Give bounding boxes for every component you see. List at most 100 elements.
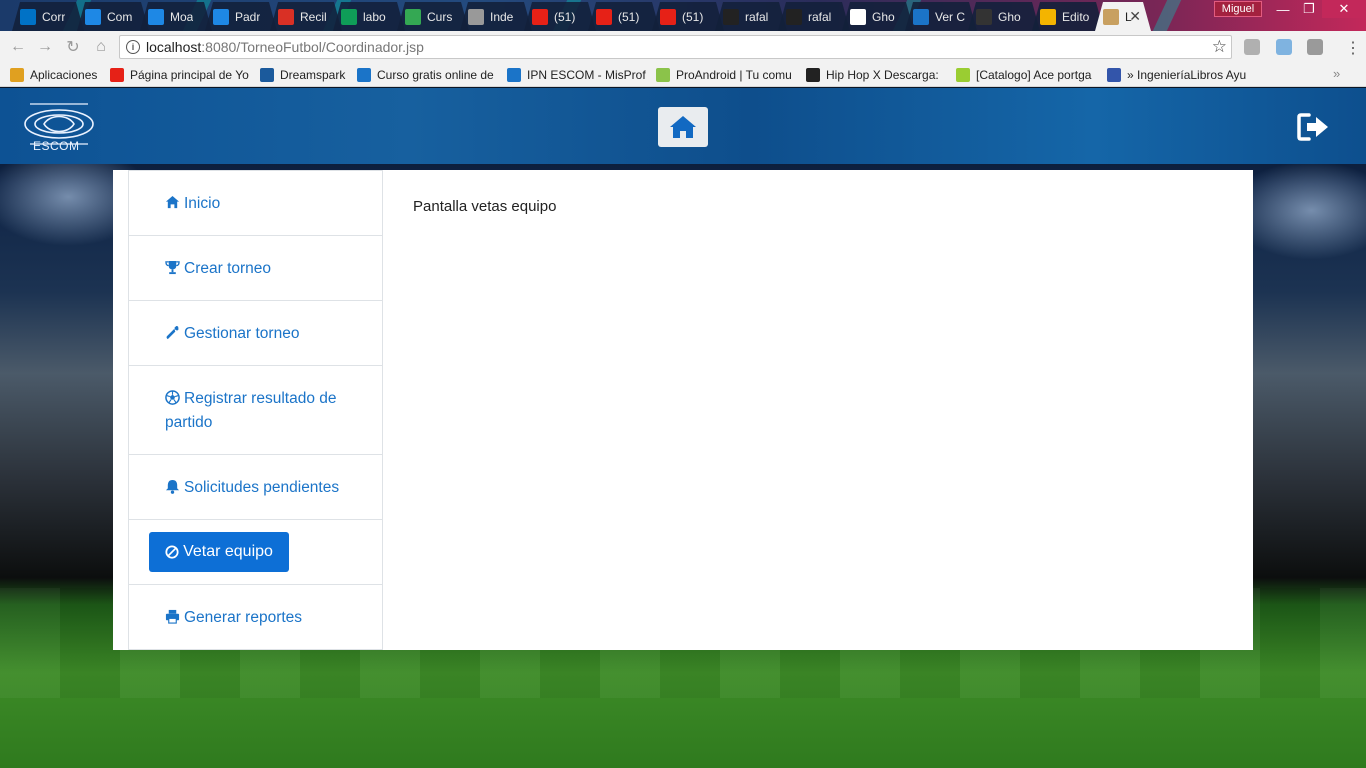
soccer-ball-icon (165, 390, 180, 405)
info-icon[interactable]: i (126, 40, 140, 54)
classroom-icon (148, 9, 164, 25)
sidebar-link-solicitudes[interactable]: Solicitudes pendientes (165, 476, 339, 500)
browser-menu-icon[interactable]: ⋮ (1345, 38, 1361, 58)
browser-tab[interactable]: Curs (397, 2, 469, 31)
classroom-icon (85, 9, 101, 25)
bookmark-label: Curso gratis online de (377, 68, 494, 82)
bookmark-label: [Catalogo] Ace portga (976, 68, 1092, 82)
browser-tab[interactable]: Corr (12, 2, 84, 31)
minimize-icon[interactable]: — (1270, 0, 1296, 18)
bookmark-item[interactable]: Curso gratis online de (357, 67, 497, 83)
bookmark-item[interactable]: ProAndroid | Tu comu (656, 67, 796, 83)
sidebar-link-registrar-resultado[interactable]: Registrar resultado de partido (165, 387, 365, 435)
app-header: ESCOM (0, 88, 1366, 164)
browser-tab[interactable]: rafal (778, 2, 850, 31)
home-page-icon[interactable]: ⌂ (91, 37, 111, 57)
home-button[interactable] (658, 107, 708, 147)
extension-icon[interactable] (1307, 39, 1323, 55)
vetar-equipo-button[interactable]: Vetar equipo (149, 532, 289, 572)
apps-icon (10, 68, 24, 82)
browser-tab[interactable]: Edito (1032, 2, 1104, 31)
close-window-icon[interactable]: ✕ (1322, 0, 1366, 18)
youtube-icon (532, 9, 548, 25)
bookmark-item[interactable]: Página principal de Yo (110, 67, 250, 83)
browser-tab[interactable]: Recil (270, 2, 342, 31)
bookmark-item[interactable]: Hip Hop X Descarga: (806, 67, 946, 83)
extension-icon[interactable] (1276, 39, 1292, 55)
sidebar-item-crear-torneo: Crear torneo (129, 235, 382, 301)
bookmark-item[interactable]: [Catalogo] Ace portga (956, 67, 1096, 83)
browser-tab[interactable]: labo (333, 2, 405, 31)
bookmark-star-icon[interactable]: ☆ (1212, 37, 1227, 57)
bookmark-item[interactable]: IPN ESCOM - MisProf (507, 67, 647, 83)
logout-button[interactable] (1297, 112, 1331, 142)
sidebar-link-inicio[interactable]: Inicio (165, 192, 220, 216)
browser-tab[interactable]: Padr (205, 2, 277, 31)
outlook-icon (20, 9, 36, 25)
browser-tab[interactable]: Gho (842, 2, 914, 31)
wikipedia-icon (850, 9, 866, 25)
tab-title: rafal (745, 9, 769, 24)
reload-icon[interactable]: ↻ (63, 37, 83, 57)
github-icon (786, 9, 802, 25)
bookmark-label: Hip Hop X Descarga: (826, 68, 939, 82)
tab-title: Padr (235, 9, 261, 24)
bookmark-label: IPN ESCOM - MisProf (527, 68, 646, 82)
sidebar-link-generar-reportes[interactable]: Generar reportes (165, 606, 302, 630)
browser-tab[interactable]: (51) (588, 2, 660, 31)
tab-title: Ver C (935, 9, 966, 24)
tab-strip-decoration (1152, 0, 1182, 31)
bookmark-label: Dreamspark (280, 68, 346, 82)
browser-tab[interactable]: (51) (524, 2, 596, 31)
profile-button[interactable]: Miguel (1214, 1, 1262, 17)
ban-icon (165, 545, 179, 559)
tab-title: Moa (170, 9, 194, 24)
browser-tab[interactable]: rafal (715, 2, 787, 31)
sidebar-link-gestionar-torneo[interactable]: Gestionar torneo (165, 322, 299, 346)
bookmark-item[interactable]: Dreamspark (260, 67, 350, 83)
bookmarks-overflow-icon[interactable]: » (1333, 66, 1340, 81)
wrench-icon (166, 325, 180, 340)
browser-tab[interactable]: Inde (460, 2, 532, 31)
tab-title: Corr (42, 9, 66, 24)
restore-icon[interactable]: ❐ (1296, 0, 1322, 18)
sidebar-label-continued: partido (165, 414, 213, 431)
sidebar-item-generar-reportes: Generar reportes (129, 584, 382, 650)
tab-title: rafal (808, 9, 832, 24)
bookmark-label: Página principal de Yo (130, 68, 249, 82)
sidebar-label: Inicio (184, 195, 221, 212)
forward-icon[interactable]: → (35, 37, 55, 57)
bookmark-item[interactable]: Aplicaciones (10, 67, 102, 83)
browser-tab[interactable]: L ✕ (1095, 2, 1151, 31)
github-icon (723, 9, 739, 25)
close-tab-icon[interactable]: ✕ (1129, 8, 1141, 25)
sidebar-link-crear-torneo[interactable]: Crear torneo (165, 257, 271, 281)
plus-icon (956, 68, 970, 82)
browser-tab[interactable]: Ver C (905, 2, 977, 31)
trophy-icon (357, 68, 371, 82)
sign-out-icon (1297, 113, 1328, 141)
tab-title: Gho (872, 9, 895, 24)
bookmark-label: Aplicaciones (30, 68, 98, 82)
android-icon (656, 68, 670, 82)
sidebar-label: Gestionar torneo (184, 325, 300, 342)
bookmark-label: » IngenieríaLibros Ayu (1127, 68, 1247, 82)
browser-tab[interactable]: Com (77, 2, 149, 31)
sidebar-label: Crear torneo (184, 260, 272, 277)
sidebar-item-solicitudes: Solicitudes pendientes (129, 454, 382, 520)
browser-tab[interactable]: Moa (140, 2, 212, 31)
bookmark-label: ProAndroid | Tu comu (676, 68, 792, 82)
youtube-icon (110, 68, 124, 82)
page-icon (468, 9, 484, 25)
bookmark-item[interactable]: » IngenieríaLibros Ayu (1107, 67, 1247, 83)
drive-icon (341, 9, 357, 25)
c-icon (405, 9, 421, 25)
back-icon[interactable]: ← (8, 37, 28, 57)
content-panel: Inicio Crear torneo Gestionar torneo Reg… (113, 170, 1253, 650)
address-bar[interactable]: i localhost:8080/TorneoFutbol/Coordinado… (119, 35, 1232, 59)
bookmarks-bar: Aplicaciones Página principal de Yo Dreams… (0, 63, 1366, 87)
extension-icon[interactable] (1244, 39, 1260, 55)
bell-icon (165, 479, 180, 494)
browser-tab[interactable]: Gho (968, 2, 1040, 31)
browser-tab[interactable]: (51) (652, 2, 724, 31)
